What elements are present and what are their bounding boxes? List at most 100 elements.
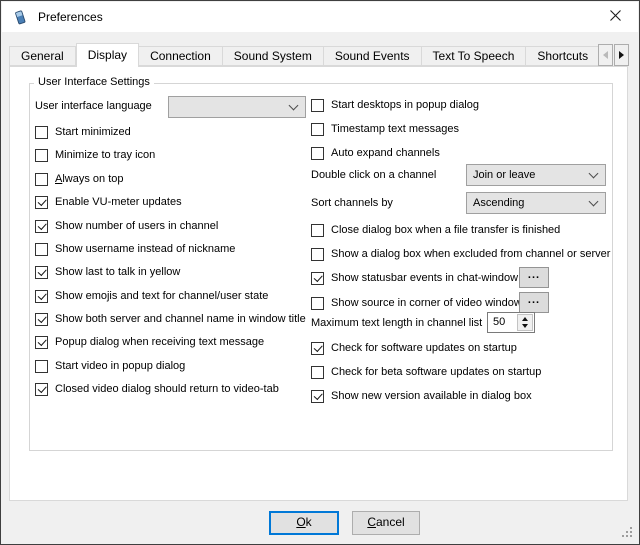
triangle-left-icon	[603, 51, 608, 59]
checkbox-vu-meter-updates[interactable]: Enable VU-meter updates	[35, 194, 182, 210]
tab-sound-system[interactable]: Sound System	[223, 46, 324, 66]
checkbox-label[interactable]: Show username instead of nickname	[55, 243, 235, 255]
checkbox-always-on-top[interactable]: Always on top	[35, 171, 124, 187]
checkbox-server-channel-title[interactable]: Show both server and channel name in win…	[35, 311, 306, 327]
checkbox-last-to-talk-yellow[interactable]: Show last to talk in yellow	[35, 264, 180, 280]
chevron-down-icon	[589, 196, 599, 206]
checkbox-close-on-transfer-finish[interactable]: Close dialog box when a file transfer is…	[311, 222, 560, 238]
group-title: User Interface Settings	[34, 76, 154, 88]
checkbox-label[interactable]: Show emojis and text for channel/user st…	[55, 290, 268, 302]
max-text-length-value[interactable]: 50	[488, 313, 516, 332]
checkbox[interactable]	[35, 383, 48, 396]
checkbox-label[interactable]: Popup dialog when receiving text message	[55, 336, 264, 348]
checkbox[interactable]	[35, 220, 48, 233]
checkbox-label[interactable]: Show source in corner of video window	[331, 297, 522, 309]
checkbox[interactable]	[311, 123, 324, 136]
checkbox-label[interactable]: Show both server and channel name in win…	[55, 313, 306, 325]
resize-grip[interactable]	[620, 527, 633, 540]
double-click-row: Double click on a channel	[311, 167, 436, 183]
tab-sound-events[interactable]: Sound Events	[324, 46, 422, 66]
video-source-options-button[interactable]: ...	[519, 292, 549, 313]
ui-language-row: User interface language	[35, 98, 152, 114]
checkbox[interactable]	[311, 366, 324, 379]
checkbox[interactable]	[35, 149, 48, 162]
checkbox[interactable]	[311, 147, 324, 160]
checkbox-label[interactable]: Start video in popup dialog	[55, 360, 185, 372]
checkbox-label[interactable]: Closed video dialog should return to vid…	[55, 383, 279, 395]
checkbox[interactable]	[311, 272, 324, 285]
checkbox-desktops-popup[interactable]: Start desktops in popup dialog	[311, 97, 479, 113]
checkbox[interactable]	[35, 243, 48, 256]
checkbox-label[interactable]: Start minimized	[55, 126, 131, 138]
checkbox-label[interactable]: Show new version available in dialog box	[331, 390, 532, 402]
checkbox-label[interactable]: Show last to talk in yellow	[55, 266, 180, 278]
checkbox[interactable]	[35, 173, 48, 186]
checkbox-label[interactable]: Start desktops in popup dialog	[331, 99, 479, 111]
checkbox-label[interactable]: Timestamp text messages	[331, 123, 459, 135]
checkbox[interactable]	[35, 266, 48, 279]
checkbox-check-updates[interactable]: Check for software updates on startup	[311, 340, 517, 356]
checkbox-new-version-dialog[interactable]: Show new version available in dialog box	[311, 388, 532, 404]
checkbox[interactable]	[311, 99, 324, 112]
double-click-select[interactable]: Join or leave	[466, 164, 606, 186]
double-click-value: Join or leave	[473, 169, 590, 181]
ok-button[interactable]: Ok	[269, 511, 339, 535]
tab-scroll-right-button[interactable]	[614, 44, 629, 66]
checkbox-video-popup[interactable]: Start video in popup dialog	[35, 358, 185, 374]
statusbar-events-options-button[interactable]: ...	[519, 267, 549, 288]
tab-bar: General Display Connection Sound System …	[9, 43, 598, 67]
chevron-down-icon	[289, 100, 299, 110]
checkbox-label[interactable]: Show statusbar events in chat-window	[331, 272, 518, 284]
tab-general[interactable]: General	[9, 46, 76, 66]
close-button[interactable]	[593, 2, 638, 32]
checkbox-label[interactable]: Show number of users in channel	[55, 220, 218, 232]
checkbox-check-beta-updates[interactable]: Check for beta software updates on start…	[311, 364, 541, 380]
sort-channels-select[interactable]: Ascending	[466, 192, 606, 214]
checkbox[interactable]	[35, 196, 48, 209]
checkbox-closed-video-return[interactable]: Closed video dialog should return to vid…	[35, 381, 279, 397]
spinner-down-icon[interactable]	[522, 324, 528, 328]
checkbox-timestamp-messages[interactable]: Timestamp text messages	[311, 121, 459, 137]
checkbox-label[interactable]: Show a dialog box when excluded from cha…	[331, 248, 610, 260]
checkbox-show-user-count[interactable]: Show number of users in channel	[35, 218, 218, 234]
tab-connection[interactable]: Connection	[139, 46, 223, 66]
max-text-length-spinner[interactable]: 50	[487, 312, 535, 333]
checkbox-label[interactable]: Enable VU-meter updates	[55, 196, 182, 208]
preferences-dialog: Preferences General Display Connection S…	[0, 0, 640, 545]
checkbox-label[interactable]: Always on top	[55, 173, 124, 185]
checkbox-label[interactable]: Check for software updates on startup	[331, 342, 517, 354]
checkbox-label[interactable]: Close dialog box when a file transfer is…	[331, 224, 560, 236]
checkbox[interactable]	[311, 342, 324, 355]
checkbox-label[interactable]: Check for beta software updates on start…	[331, 366, 541, 378]
chevron-down-icon	[589, 168, 599, 178]
checkbox-emojis-state[interactable]: Show emojis and text for channel/user st…	[35, 288, 268, 304]
checkbox[interactable]	[35, 336, 48, 349]
checkbox[interactable]	[35, 313, 48, 326]
checkbox[interactable]	[35, 290, 48, 303]
checkbox[interactable]	[311, 224, 324, 237]
checkbox[interactable]	[35, 360, 48, 373]
checkbox-statusbar-events[interactable]: Show statusbar events in chat-window	[311, 270, 518, 286]
checkbox[interactable]	[35, 126, 48, 139]
checkbox-start-minimized[interactable]: Start minimized	[35, 124, 131, 140]
tab-shortcuts[interactable]: Shortcuts	[526, 46, 598, 66]
tab-scroll-left-button[interactable]	[598, 44, 613, 66]
spinner-buttons	[517, 314, 533, 331]
checkbox[interactable]	[311, 297, 324, 310]
checkbox[interactable]	[311, 390, 324, 403]
checkbox-label[interactable]: Minimize to tray icon	[55, 149, 155, 161]
spinner-up-icon[interactable]	[522, 317, 528, 321]
checkbox[interactable]	[311, 248, 324, 261]
checkbox-video-source-corner[interactable]: Show source in corner of video window	[311, 295, 522, 311]
checkbox-auto-expand-channels[interactable]: Auto expand channels	[311, 145, 440, 161]
checkbox-popup-text-message[interactable]: Popup dialog when receiving text message	[35, 334, 264, 350]
checkbox-show-username[interactable]: Show username instead of nickname	[35, 241, 235, 257]
checkbox-minimize-to-tray[interactable]: Minimize to tray icon	[35, 147, 155, 163]
double-click-label: Double click on a channel	[311, 169, 436, 181]
checkbox-excluded-dialog[interactable]: Show a dialog box when excluded from cha…	[311, 246, 610, 262]
ui-language-select[interactable]	[168, 96, 306, 118]
tab-display[interactable]: Display	[76, 43, 139, 67]
checkbox-label[interactable]: Auto expand channels	[331, 147, 440, 159]
cancel-button[interactable]: Cancel	[352, 511, 420, 535]
tab-text-to-speech[interactable]: Text To Speech	[422, 46, 527, 66]
